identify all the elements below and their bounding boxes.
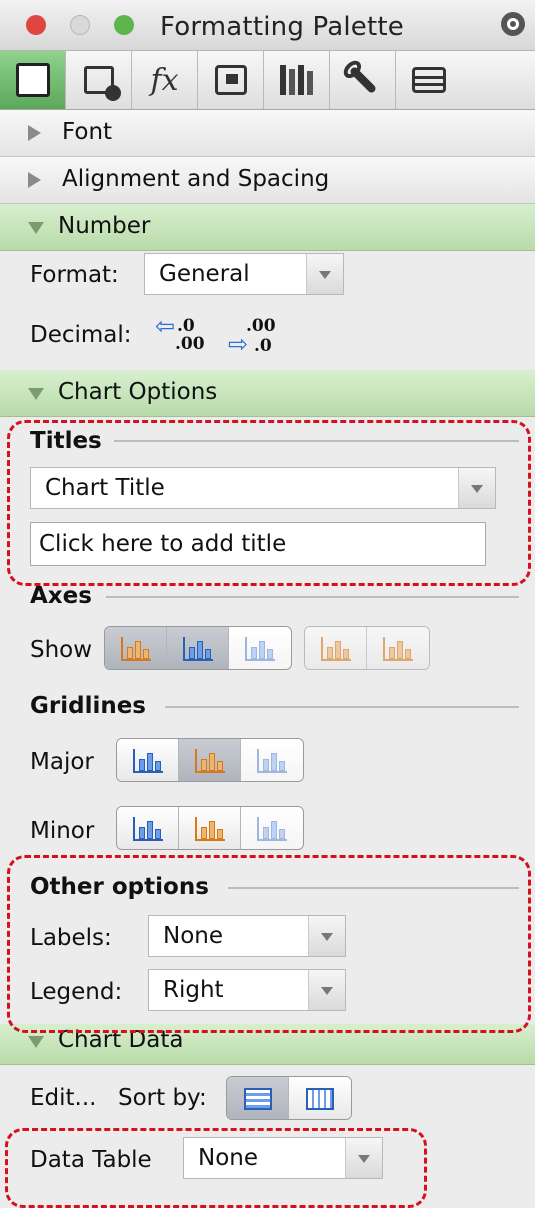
number-section-header[interactable]: Number <box>0 204 535 251</box>
axes-divider <box>106 596 519 598</box>
major-horizontal-gridlines-button[interactable] <box>179 739 241 781</box>
number-section-label: Number <box>58 213 151 239</box>
format-select[interactable]: General <box>144 253 344 295</box>
formatting-icon <box>15 63 50 97</box>
disclosure-right-icon <box>28 125 41 141</box>
gridlines-chart-icon <box>132 817 163 841</box>
major-vertical-gridlines-button[interactable] <box>117 739 179 781</box>
title-bar: Formatting Palette <box>0 0 535 51</box>
chevron-down-icon <box>306 254 343 294</box>
minor-gridlines-group <box>116 806 304 850</box>
gridlines-chart-icon <box>132 749 163 773</box>
minor-depth-gridlines-button[interactable] <box>241 807 303 849</box>
palette-toolbar: fx <box>0 51 535 110</box>
data-table-highlight <box>5 1128 427 1208</box>
minimize-button[interactable] <box>70 15 90 35</box>
gridlines-chart-icon <box>194 817 225 841</box>
library-tab[interactable] <box>264 51 330 109</box>
major-label: Major <box>30 749 94 775</box>
library-icon <box>280 65 313 95</box>
tools-icon <box>339 57 377 95</box>
formula-icon: fx <box>150 62 179 98</box>
minor-vertical-gridlines-button[interactable] <box>117 807 179 849</box>
font-section-label: Font <box>62 119 113 145</box>
disclosure-down-icon <box>28 222 44 234</box>
decrease-decimal-bottom: .0 <box>254 336 272 356</box>
titles-highlight <box>7 420 531 586</box>
other-options-highlight <box>7 855 531 1033</box>
chart-options-section-label: Chart Options <box>58 379 218 405</box>
gridlines-heading: Gridlines <box>30 693 146 719</box>
axis-chart-icon <box>383 637 413 661</box>
arrow-right-icon: ⇨ <box>228 330 249 358</box>
show-label: Show <box>30 637 93 663</box>
zoom-button[interactable] <box>114 15 134 35</box>
decrease-decimal-top: .00 <box>246 316 276 336</box>
axis-chart-icon <box>120 637 151 661</box>
primary-horizontal-axis-button[interactable] <box>105 627 167 669</box>
major-depth-gridlines-button[interactable] <box>241 739 303 781</box>
gridlines-chart-icon <box>257 817 287 841</box>
secondary-horizontal-axis-button[interactable] <box>305 627 367 669</box>
gallery-icon <box>214 65 247 95</box>
palette-options-icon[interactable] <box>501 12 525 36</box>
chart-options-section-header[interactable]: Chart Options <box>0 370 535 417</box>
depth-axis-button[interactable] <box>229 627 291 669</box>
font-section-header[interactable]: Font <box>0 110 535 157</box>
axis-3d-chart-icon <box>245 637 275 661</box>
disclosure-down-icon <box>28 388 44 400</box>
alignment-section-header[interactable]: Alignment and Spacing <box>0 157 535 204</box>
object-icon <box>83 66 121 101</box>
decrease-decimal-button[interactable]: .00 ⇨ .0 <box>228 312 288 359</box>
object-palette-tab[interactable] <box>66 51 132 109</box>
minor-label: Minor <box>30 818 95 844</box>
columns-icon <box>306 1088 334 1110</box>
disclosure-right-icon <box>28 172 41 188</box>
minor-horizontal-gridlines-button[interactable] <box>179 807 241 849</box>
axis-chart-icon <box>182 637 213 661</box>
major-gridlines-group <box>116 738 304 782</box>
increase-decimal-top: .0 <box>177 316 195 336</box>
axis-chart-icon <box>320 637 351 661</box>
gallery-tab[interactable] <box>198 51 264 109</box>
window-title: Formatting Palette <box>160 12 404 42</box>
gridlines-divider <box>165 706 519 708</box>
project-tab[interactable] <box>396 51 462 109</box>
close-button[interactable] <box>26 15 46 35</box>
primary-vertical-axis-button[interactable] <box>167 627 229 669</box>
decimal-label: Decimal: <box>30 322 132 348</box>
alignment-section-label: Alignment and Spacing <box>62 166 330 192</box>
briefcase-icon <box>412 67 446 93</box>
disclosure-down-icon <box>28 1036 44 1048</box>
arrow-left-icon: ⇦ <box>155 312 176 340</box>
formatting-palette-tab[interactable] <box>0 51 66 109</box>
sort-by-label: Sort by: <box>118 1085 207 1111</box>
format-value: General <box>159 261 250 287</box>
sort-by-rows-button[interactable] <box>227 1077 289 1119</box>
increase-decimal-button[interactable]: ⇦ .0 .00 <box>155 312 215 358</box>
increase-decimal-bottom: .00 <box>175 334 205 354</box>
gridlines-chart-icon <box>257 749 287 773</box>
rows-icon <box>243 1088 272 1110</box>
format-label: Format: <box>30 262 119 288</box>
axes-heading: Axes <box>30 583 92 609</box>
axes-secondary-group <box>304 626 430 670</box>
gridlines-chart-icon <box>194 749 225 773</box>
sort-by-group <box>226 1076 352 1120</box>
axes-show-group <box>104 626 292 670</box>
secondary-vertical-axis-button[interactable] <box>367 627 429 669</box>
edit-link[interactable]: Edit... <box>30 1085 96 1111</box>
tools-tab[interactable] <box>330 51 396 109</box>
formula-tab[interactable]: fx <box>132 51 198 109</box>
sort-by-columns-button[interactable] <box>289 1077 351 1119</box>
